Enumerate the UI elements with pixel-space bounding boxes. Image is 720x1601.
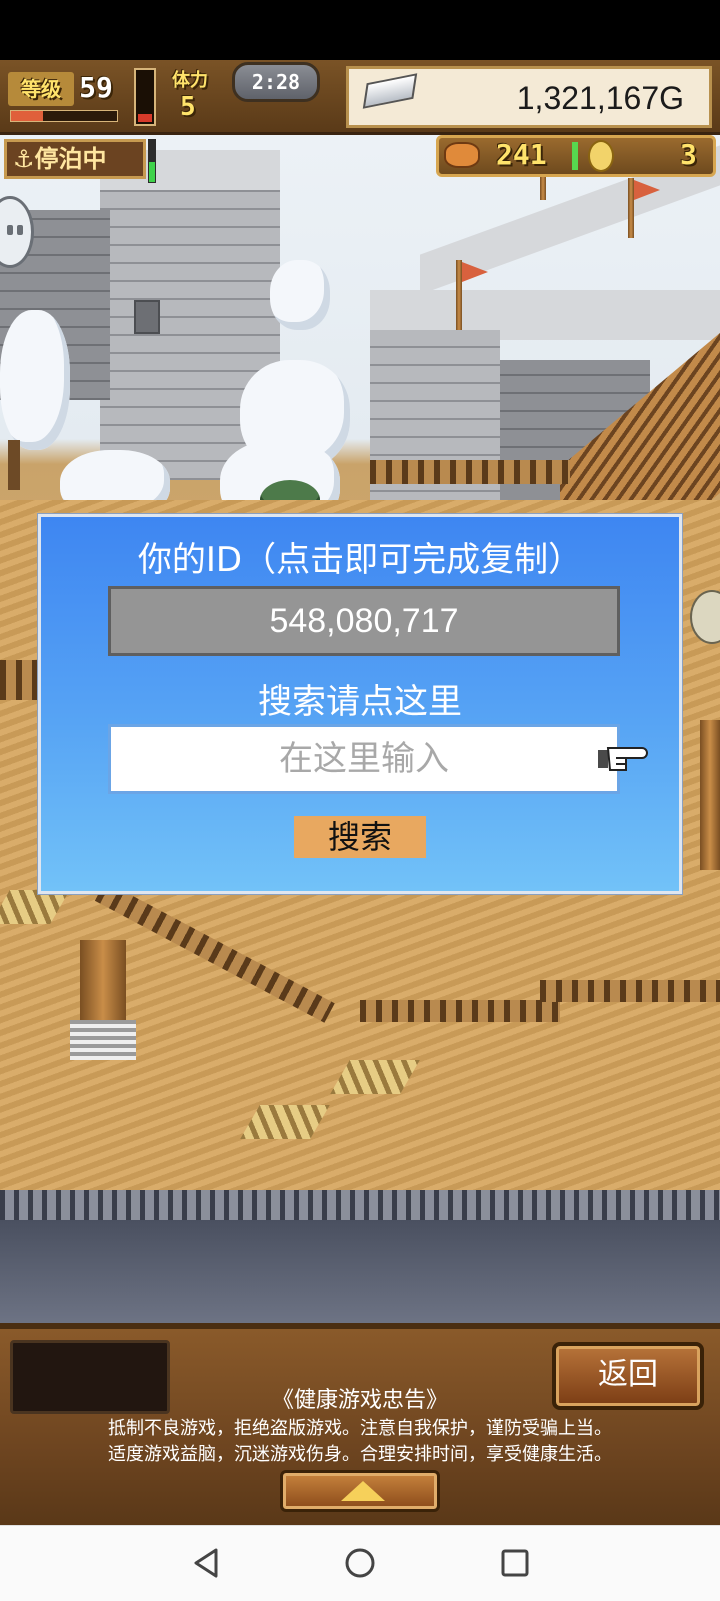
expand-menu-button[interactable] [280,1470,440,1512]
nav-home-icon[interactable] [343,1546,377,1580]
nav-recent-icon[interactable] [498,1546,532,1580]
player-id-copy-box[interactable]: 548,080,717 [108,586,620,656]
food-gauge [572,142,578,170]
snow-mound [270,260,330,330]
castle-window [134,300,160,334]
medal-icon [588,140,614,172]
deck-rail [370,460,570,484]
anchor-status-badge[interactable]: ⚓停泊中 [4,139,146,179]
health-notice-line: 适度游戏益脑，沉迷游戏伤身。合理安排时间，享受健康生活。 [108,1444,612,1465]
deck-rail [0,660,40,700]
tree-trunk [8,440,20,490]
mast [700,720,720,870]
stamina-fill [138,113,152,122]
anchor-gauge-fill [149,162,155,182]
hull-railing [0,1190,720,1220]
gold-value: 1,321,167G [516,80,684,116]
health-notice-title: 《健康游戏忠告》 [271,1388,448,1413]
pointing-hand-icon [598,747,648,771]
arrow-up-icon [341,1481,385,1501]
stamina-gauge [134,68,156,126]
flag [634,180,660,200]
level-label: 等级 [8,72,74,106]
stamina-label: 体力 [172,70,208,91]
level-value: 59 [79,71,113,104]
coin-value: 3 [680,138,697,171]
hull [0,1220,720,1323]
flag [462,262,488,282]
dialog-title: 你的ID（点击即可完成复制） [137,540,583,580]
nav-back-icon[interactable] [190,1546,224,1580]
search-button[interactable]: 搜索 [294,816,426,858]
health-notice-line: 抵制不良游戏，拒绝盗版游戏。注意自我保护，谨防受骗上当。 [108,1418,612,1439]
status-bar [0,0,720,60]
mast-rope [70,1020,136,1060]
food-value: 241 [496,138,547,171]
deck-rail [360,1000,560,1022]
level-progress-bar [10,110,118,122]
fish-icon [444,142,480,168]
stamina-value: 5 [180,92,196,122]
search-hint[interactable]: 搜索请点这里 [38,674,682,723]
search-input[interactable] [108,724,620,794]
snow-tree [0,310,70,450]
anchor-gauge [148,139,156,183]
level-progress-fill [11,111,43,121]
stamina-timer: 2:28 [232,62,320,102]
deck-rail [540,980,720,1002]
